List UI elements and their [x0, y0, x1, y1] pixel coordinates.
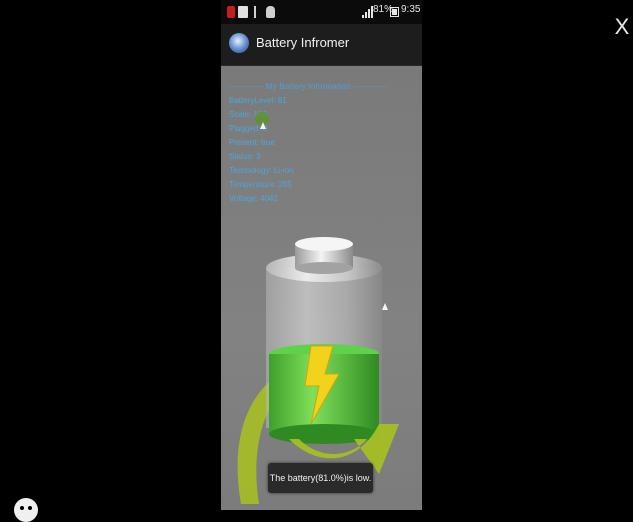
app-logo-icon[interactable] [229, 33, 249, 53]
android-debug-icon [266, 6, 275, 18]
mouse-pointer-icon [260, 122, 266, 129]
clock: 9:35 [401, 4, 421, 15]
app-title: Battery Infromer [256, 35, 350, 50]
info-row-present: Present: true [229, 138, 275, 147]
emoji-avatar-icon [14, 498, 38, 522]
phone-screen: 81% 9:35 Battery Infromer ------------ M… [221, 0, 422, 510]
message-icon [238, 6, 248, 18]
info-row-level: BatteryLevel: 81 [229, 96, 287, 105]
app-bar: Battery Infromer [221, 24, 422, 66]
battery-icon [390, 7, 399, 17]
info-row-voltage: Voltage: 4042 [229, 194, 278, 203]
usb-icon [254, 6, 262, 18]
close-button[interactable]: X [612, 14, 632, 40]
low-battery-toast: The battery(81.0%)is low. [268, 463, 373, 493]
info-row-technology: Technology: Li-ion [229, 166, 294, 175]
notification-icon [227, 6, 235, 18]
info-row-status: Status: 3 [229, 152, 261, 161]
app-content: ------------ My Battery Information ----… [221, 66, 422, 510]
status-bar: 81% 9:35 [221, 0, 422, 24]
info-row-temperature: Temperature: 285 [229, 180, 292, 189]
info-header: ------------ My Battery Information ----… [229, 82, 388, 91]
